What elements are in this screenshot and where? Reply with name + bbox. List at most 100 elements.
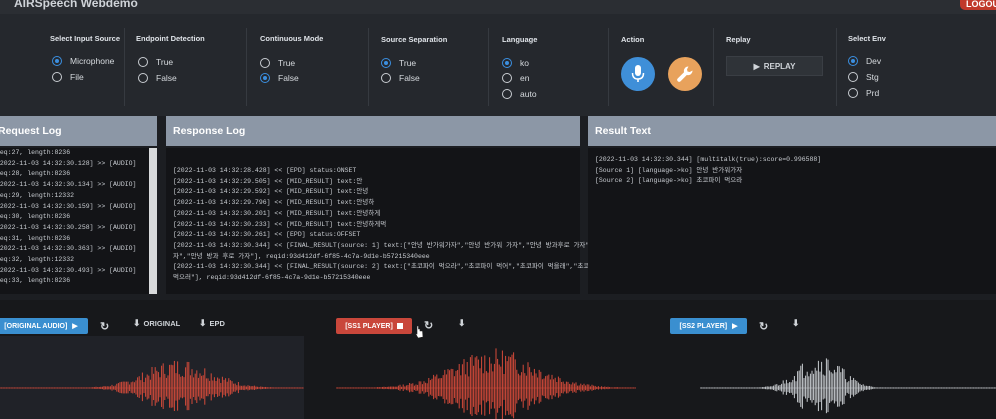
radio-label: Dev [866, 56, 882, 66]
radio-env-stg[interactable]: Stg [848, 72, 879, 82]
request-log-header: Request Log [0, 116, 157, 146]
radio-file[interactable]: File [52, 72, 84, 82]
radio-epd-false[interactable]: False [138, 73, 177, 83]
log-line: [2022-11-03 14:32:30.363] >> [AUDIO] [0, 245, 137, 253]
stop-icon [396, 323, 403, 329]
log-line: 자","안녕 방과 후로 가자"], reqid:93d412df-6f85-4… [173, 252, 430, 260]
radio-dot[interactable] [848, 56, 858, 66]
download-original-button[interactable]: ⬇ ORIGINAL [133, 318, 180, 329]
play-icon: ▶ [732, 323, 738, 330]
request-log-scrollbar[interactable] [149, 148, 157, 294]
radio-continuous-true[interactable]: True [260, 58, 295, 68]
radio-dot[interactable] [848, 72, 858, 82]
radio-language-ko[interactable]: ko [502, 58, 529, 68]
log-line: 먹으러"], reqid:93d412df-6f85-4c7a-9d1e-b57… [173, 274, 371, 282]
radio-dot[interactable] [381, 73, 391, 83]
play-icon: ▶ [753, 61, 760, 71]
refresh-ss2-button[interactable]: ↻ [759, 320, 768, 333]
radio-dot[interactable] [138, 73, 148, 83]
log-line: [2022-11-03 14:32:30.201] << [MID_RESULT… [173, 209, 381, 217]
download-ss2-button[interactable]: ⬇ [792, 318, 800, 329]
radio-dot[interactable] [260, 58, 270, 68]
radio-dot[interactable] [502, 73, 512, 83]
request-log-body[interactable]: seq:27, length:8236 [2022-11-03 14:32:30.… [0, 148, 157, 294]
log-line: [Source 2] [language->ko] 초코파이 먹으라 [595, 177, 743, 185]
source-separation-title: Source Separation [381, 35, 448, 44]
original-audio-label: [ORIGINAL AUDIO] [4, 322, 68, 330]
radio-label: File [70, 72, 84, 82]
record-mic-button[interactable] [621, 57, 655, 91]
input-source-title: Select Input Source [50, 34, 121, 43]
app-title: AIRSpeech Webdemo [14, 0, 138, 10]
download-icon: ⬇ [199, 318, 207, 328]
settings-button[interactable] [668, 57, 702, 91]
log-line: [2022-11-03 14:32:30.493] >> [AUDIO] [0, 266, 137, 274]
endpoint-detection-title: Endpoint Detection [136, 34, 205, 43]
radio-label: True [278, 58, 296, 68]
divider [124, 28, 125, 106]
replay-label: REPLAY [763, 61, 796, 71]
response-log-body[interactable]: [2022-11-03 14:32:28.428] << [EPD] statu… [166, 148, 653, 294]
radio-dot[interactable] [138, 57, 148, 67]
log-line: [Source 1] [language->ko] 안녕 반가워가자 [595, 166, 743, 174]
radio-language-en[interactable]: en [502, 73, 529, 83]
refresh-original-button[interactable]: ↻ [100, 320, 109, 333]
top-bar [0, 0, 996, 14]
result-text-body[interactable]: [2022-11-03 14:32:30.344] [multitalk(tru… [588, 148, 996, 294]
download-icon: ⬇ [458, 318, 466, 328]
download-original-label: ORIGINAL [143, 319, 181, 328]
log-line: [2022-11-03 14:32:30.344] << [FINAL_RESU… [173, 263, 653, 271]
result-text-lines: [2022-11-03 14:32:30.344] [multitalk(tru… [595, 155, 821, 187]
radio-env-prd[interactable]: Prd [848, 88, 879, 98]
radio-epd-true[interactable]: True [138, 57, 173, 67]
download-icon: ⬇ [133, 318, 141, 328]
replay-title: Replay [726, 35, 751, 44]
download-icon: ⬇ [792, 318, 800, 328]
log-line: seq:27, length:8236 [0, 149, 71, 156]
wrench-icon [677, 66, 693, 82]
logout-button[interactable]: LOGOUT [960, 0, 996, 10]
radio-dot[interactable] [502, 89, 512, 99]
replay-button[interactable]: ▶ REPLAY [726, 56, 823, 76]
original-audio-player-button[interactable]: [ORIGINAL AUDIO] ▶ [0, 318, 88, 334]
log-line: [2022-11-03 14:32:30.344] << [FINAL_RESU… [173, 241, 647, 249]
radio-dot[interactable] [848, 88, 858, 98]
request-log-lines: seq:27, length:8236 [2022-11-03 14:32:30.… [0, 148, 136, 287]
radio-microphone[interactable]: Microphone [52, 56, 114, 66]
response-log-lines: [2022-11-03 14:32:28.428] << [EPD] statu… [173, 166, 653, 284]
radio-separation-false[interactable]: False [381, 73, 420, 83]
response-log-header: Response Log [166, 116, 580, 146]
radio-dot[interactable] [502, 58, 512, 68]
ss1-waveform [336, 348, 636, 419]
ss2-waveform [700, 358, 996, 414]
radio-dot[interactable] [260, 73, 270, 83]
refresh-icon: ↻ [100, 321, 110, 333]
log-line: seq:30, length:8236 [0, 213, 71, 221]
radio-label: False [156, 73, 177, 83]
log-line: [2022-11-03 14:32:29.505] << [MID_RESULT… [173, 177, 363, 185]
download-epd-button[interactable]: ⬇ EPD [199, 318, 225, 329]
divider [836, 28, 837, 106]
radio-dot[interactable] [381, 58, 391, 68]
language-title: Language [502, 35, 538, 44]
env-title: Select Env [848, 34, 886, 43]
log-line: seq:32, length:12332 [0, 256, 75, 264]
ss2-player-button[interactable]: [SS2 PLAYER] ▶ [670, 318, 747, 334]
radio-env-dev[interactable]: Dev [848, 56, 881, 66]
mouse-cursor-icon [414, 325, 424, 339]
continuous-mode-title: Continuous Mode [260, 34, 324, 43]
divider [368, 28, 369, 106]
radio-separation-true[interactable]: True [381, 58, 416, 68]
download-ss1-button[interactable]: ⬇ [458, 318, 466, 329]
ss1-player-button[interactable]: [SS1 PLAYER] [336, 318, 412, 334]
radio-label: ko [520, 58, 529, 68]
radio-label: auto [520, 89, 537, 99]
radio-continuous-false[interactable]: False [260, 73, 299, 83]
divider [608, 28, 609, 106]
radio-language-auto[interactable]: auto [502, 89, 537, 99]
radio-dot[interactable] [52, 72, 62, 82]
radio-label: False [278, 73, 299, 83]
result-text-header: Result Text [588, 116, 996, 146]
refresh-icon: ↻ [759, 321, 769, 333]
radio-dot[interactable] [52, 56, 62, 66]
